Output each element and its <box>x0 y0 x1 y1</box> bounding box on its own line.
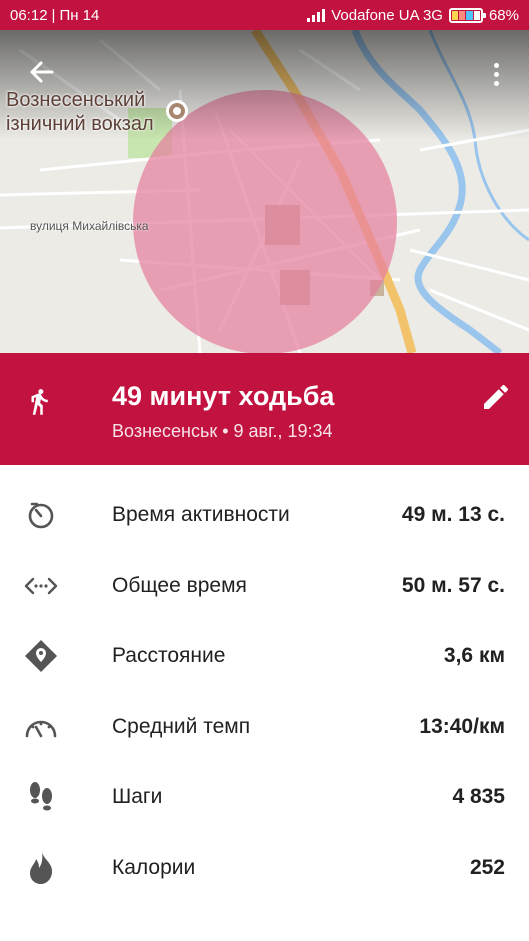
map-place-label-line2: ізничний вокзал <box>6 113 154 135</box>
back-button[interactable] <box>22 52 62 92</box>
stat-row-pace: Средний темп 13:40/км <box>0 692 529 763</box>
status-right: Vodafone UA 3G 68% <box>307 7 519 24</box>
status-time: 06:12 <box>10 6 48 24</box>
footsteps-icon <box>24 780 58 814</box>
activity-title: 49 минут ходьба <box>112 381 335 411</box>
flame-icon <box>24 851 58 885</box>
stat-value: 50 м. 57 с. <box>401 573 505 597</box>
map-street-label: вулиця Михайлівська <box>30 219 149 233</box>
status-day: Пн 14 <box>59 6 100 24</box>
map-place-label: Вознесенський ізничний вокзал <box>6 88 154 136</box>
stat-label: Шаги <box>112 785 163 809</box>
walk-icon <box>31 389 48 415</box>
stat-value: 13:40/км <box>419 714 505 738</box>
status-bar: 06:12 | Пн 14 Vodafone UA 3G 68% <box>0 0 529 30</box>
map-poi-marker-icon[interactable] <box>166 100 188 122</box>
stat-row-distance: Расстояние 3,6 км <box>0 621 529 692</box>
stat-label: Время активности <box>112 503 290 527</box>
stat-label: Калории <box>112 855 196 879</box>
carrier-name: Vodafone UA 3G <box>331 6 443 24</box>
edit-button[interactable] <box>480 381 512 413</box>
battery-icon <box>448 7 486 23</box>
status-separator: | <box>51 6 56 24</box>
stat-value: 49 м. 13 с. <box>401 503 505 527</box>
more-dot-icon <box>493 62 499 68</box>
stat-row-active-time: Время активности 49 м. 13 с. <box>0 480 529 551</box>
status-left: 06:12 | Пн 14 <box>10 7 99 24</box>
stat-row-calories: Калории 252 <box>0 833 529 904</box>
stat-row-steps: Шаги 4 835 <box>0 762 529 833</box>
stat-row-total-time: Общее время 50 м. 57 с. <box>0 551 529 622</box>
route-map[interactable]: Вознесенський ізничний вокзал вулиця Мих… <box>0 30 529 353</box>
stat-label: Общее время <box>112 573 247 597</box>
speedometer-icon <box>24 710 58 744</box>
duration-arrows-icon <box>24 569 58 603</box>
stat-value: 4 835 <box>452 785 505 809</box>
stat-label: Расстояние <box>112 644 226 668</box>
signal-icon <box>307 8 326 22</box>
pencil-icon <box>484 384 509 409</box>
stat-value: 3,6 км <box>443 644 505 668</box>
stat-label: Средний темп <box>112 714 251 738</box>
location-pin-icon <box>24 639 58 673</box>
arrow-left-icon <box>30 61 54 83</box>
timer-icon <box>24 498 58 532</box>
stat-value: 252 <box>469 855 505 879</box>
more-options-button[interactable] <box>484 54 508 94</box>
activity-header: 49 минут ходьба Вознесенськ • 9 авг., 19… <box>0 353 529 465</box>
battery-percent: 68% <box>488 6 519 24</box>
more-dot-icon <box>493 71 499 77</box>
stats-list: Время активности 49 м. 13 с. Общее время… <box>0 480 529 903</box>
activity-subtitle: Вознесенськ • 9 авг., 19:34 <box>112 421 333 441</box>
more-dot-icon <box>493 80 499 86</box>
